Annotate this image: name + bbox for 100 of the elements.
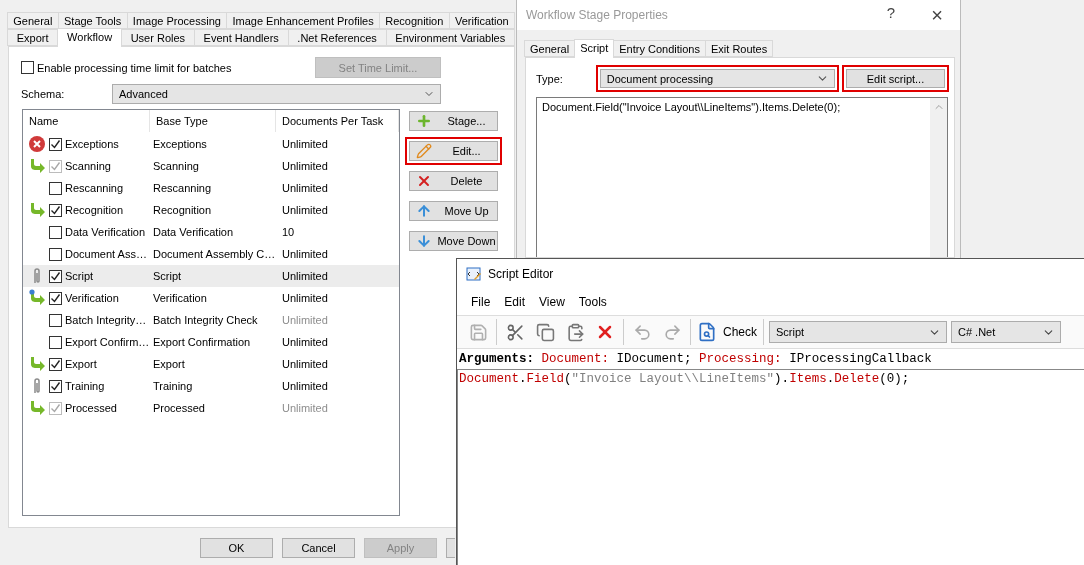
checkbox[interactable]: [49, 203, 62, 217]
curved-arrow-icon: [28, 399, 46, 417]
menu-item[interactable]: File: [464, 295, 498, 309]
error-icon: [28, 135, 46, 153]
stage-name: Scanning: [65, 160, 111, 172]
checkbox-label: Enable processing time limit for batches: [37, 61, 232, 74]
stage-row[interactable]: Recognition Recognition Unlimited: [23, 199, 399, 221]
checkbox[interactable]: [49, 137, 62, 151]
schema-dropdown[interactable]: Advanced: [112, 84, 441, 104]
documents-per-task: Unlimited: [282, 160, 328, 172]
stage-row[interactable]: Exceptions Exceptions Unlimited: [23, 133, 399, 155]
tab[interactable]: General: [7, 12, 59, 29]
tab[interactable]: General: [524, 40, 576, 57]
stage-name: Export Confirm…: [65, 336, 150, 348]
stage-row[interactable]: Processed Processed Unlimited: [23, 397, 399, 419]
checkbox[interactable]: [49, 247, 62, 261]
curved-arrow-icon: [28, 355, 46, 373]
documents-per-task: Unlimited: [282, 292, 328, 304]
check-button[interactable]: Check: [694, 319, 760, 345]
base-type: Recognition: [153, 204, 212, 216]
stage-row[interactable]: Scanning Scanning Unlimited: [23, 155, 399, 177]
stage-action-button[interactable]: Delete: [409, 171, 498, 191]
documents-per-task: Unlimited: [282, 248, 328, 260]
documents-per-task: Unlimited: [282, 138, 328, 150]
window-title: Script Editor: [488, 267, 554, 281]
stage-row[interactable]: Data Verification Data Verification 10: [23, 221, 399, 243]
base-type: Training: [153, 380, 193, 392]
stage-row[interactable]: Rescanning Rescanning Unlimited: [23, 177, 399, 199]
menu-item[interactable]: View: [532, 295, 572, 309]
tab[interactable]: Verification: [448, 12, 515, 29]
language-dropdown[interactable]: C# .Net: [951, 321, 1061, 343]
stage-row[interactable]: Export Export Unlimited: [23, 353, 399, 375]
stage-action-button[interactable]: Move Down: [409, 231, 498, 251]
column-header[interactable]: Name: [23, 110, 150, 132]
checkbox[interactable]: [21, 61, 34, 74]
arguments-line: Arguments: Document: IDocument; Processing: IProcessingCallback: [459, 352, 932, 366]
documents-per-task: Unlimited: [282, 402, 328, 414]
documents-per-task: 10: [282, 226, 295, 238]
tab[interactable]: Export: [7, 29, 59, 46]
menu-item[interactable]: Edit: [497, 295, 533, 309]
stage-name: Recognition: [65, 204, 124, 216]
paste-icon[interactable]: [565, 322, 585, 342]
tab[interactable]: Recognition: [379, 12, 450, 29]
stage-row[interactable]: Script Script Unlimited: [23, 265, 399, 287]
stage-action-button[interactable]: Stage...: [409, 111, 498, 131]
tab[interactable]: Environment Variables: [385, 29, 515, 46]
base-type: Verification: [153, 292, 207, 304]
window-title: Workflow Stage Properties: [526, 8, 668, 22]
type-dropdown[interactable]: Document processing: [599, 69, 835, 88]
stage-action-button[interactable]: Move Up: [409, 201, 498, 221]
checkbox[interactable]: [49, 357, 62, 371]
documents-per-task: Unlimited: [282, 182, 328, 194]
curved-arrow-icon: [28, 289, 46, 307]
dialog-button[interactable]: Cancel: [282, 538, 355, 558]
stage-name: Batch Integrity…: [65, 314, 147, 326]
tab[interactable]: Event Handlers: [193, 29, 289, 46]
edit-script-button[interactable]: Edit script...: [846, 69, 945, 88]
stage-name: Verification: [65, 292, 119, 304]
stage-row[interactable]: Export Confirm… Export Confirmation Unlimited: [23, 331, 399, 353]
base-type: Export Confirmation: [153, 336, 251, 348]
column-header[interactable]: Documents Per Task: [276, 110, 399, 132]
checkbox[interactable]: [49, 335, 62, 349]
script-dropdown[interactable]: Script: [769, 321, 947, 343]
tab[interactable]: Image Processing: [126, 12, 228, 29]
checkbox[interactable]: [49, 269, 62, 283]
tab[interactable]: .Net References: [287, 29, 387, 46]
base-type: Script: [153, 270, 182, 282]
documents-per-task: Unlimited: [282, 380, 328, 392]
help-button[interactable]: ?: [868, 3, 914, 27]
checkbox[interactable]: [49, 379, 62, 393]
documents-per-task: Unlimited: [282, 358, 328, 370]
stage-row[interactable]: Batch Integrity… Batch Integrity Check Unlimited: [23, 309, 399, 331]
stage-row[interactable]: Training Training Unlimited: [23, 375, 399, 397]
checkbox[interactable]: [49, 313, 62, 327]
tab[interactable]: Exit Routes: [705, 40, 774, 57]
delete-icon: [416, 173, 432, 189]
copy-icon[interactable]: [535, 322, 555, 342]
tab[interactable]: Image Enhancement Profiles: [226, 12, 380, 29]
documents-per-task: Unlimited: [282, 204, 328, 216]
cut-icon[interactable]: [505, 322, 525, 342]
tab[interactable]: User Roles: [120, 29, 195, 46]
stage-action-button[interactable]: Edit...: [409, 141, 498, 161]
stage-name: Exceptions: [65, 138, 119, 150]
type-label: Type:: [536, 72, 564, 85]
dialog-button[interactable]: OK: [200, 538, 273, 558]
stage-row[interactable]: Verification Verification Unlimited: [23, 287, 399, 309]
stage-name: Training: [65, 380, 105, 392]
checkbox[interactable]: [49, 225, 62, 239]
tab[interactable]: Workflow: [57, 28, 122, 47]
documents-per-task: Unlimited: [282, 336, 328, 348]
checkbox[interactable]: [49, 181, 62, 195]
tab[interactable]: Entry Conditions: [613, 40, 706, 57]
menu-item[interactable]: Tools: [571, 295, 614, 309]
close-button[interactable]: ×: [914, 3, 960, 27]
base-type: Export: [153, 358, 185, 370]
base-type: Document Assembly C…: [153, 248, 276, 260]
column-header[interactable]: Base Type: [150, 110, 276, 132]
tab[interactable]: Script: [574, 39, 615, 58]
checkbox[interactable]: [49, 291, 62, 305]
stage-row[interactable]: Document Ass… Document Assembly C… Unlimited: [23, 243, 399, 265]
